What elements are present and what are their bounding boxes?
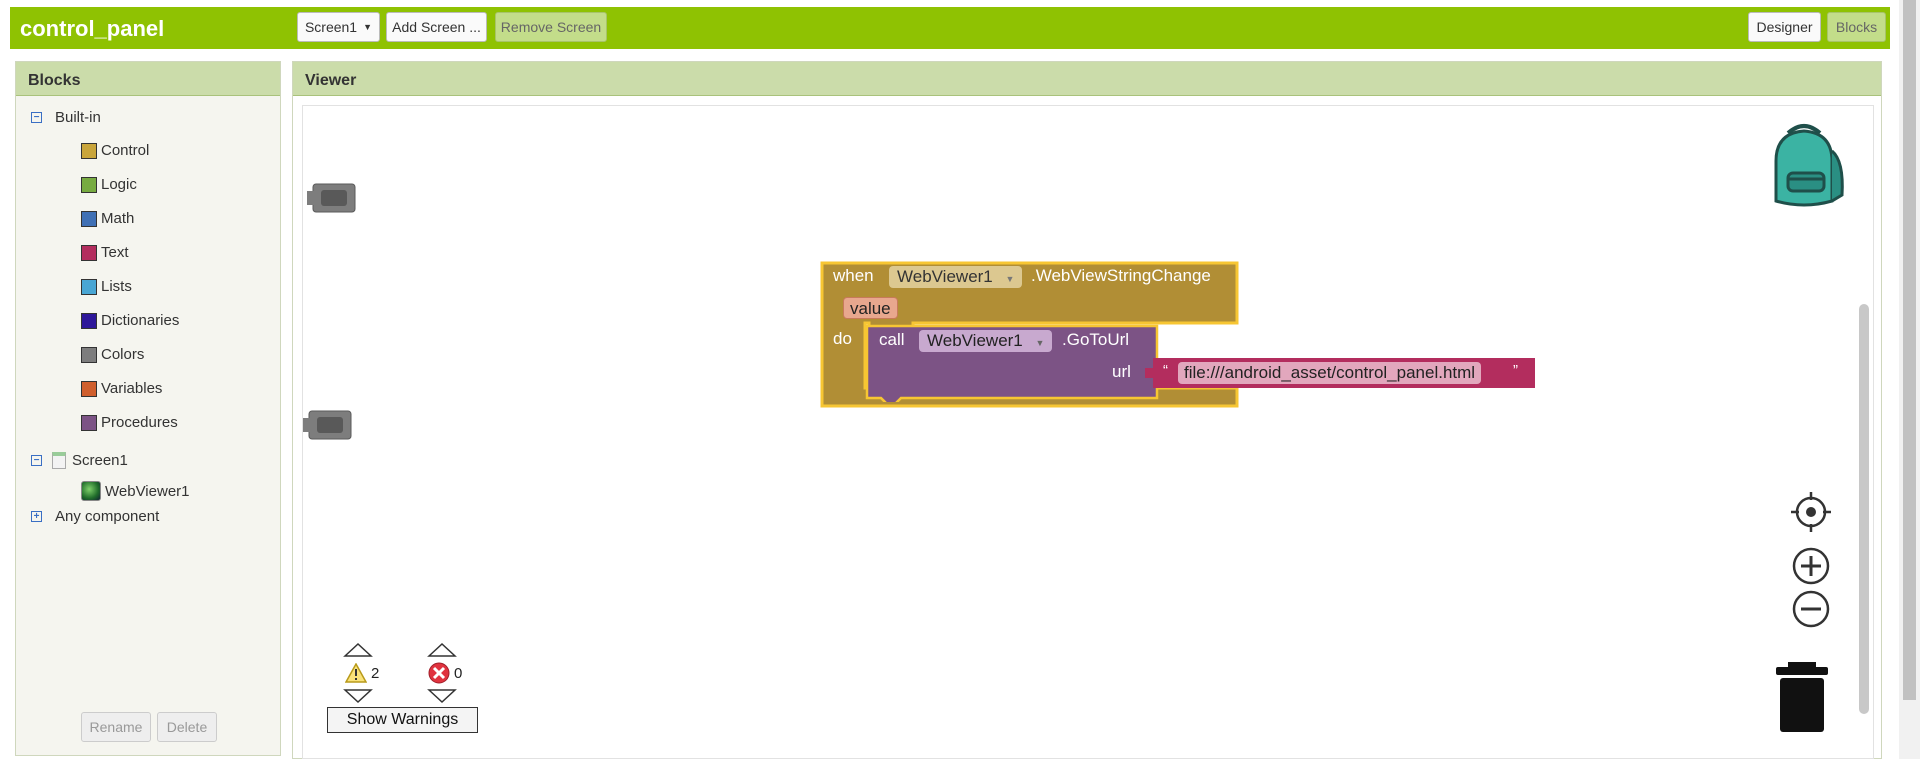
builtin-item-label: Lists <box>101 278 132 295</box>
tree-screen1[interactable]: − Screen1 <box>31 452 128 469</box>
do-keyword: do <box>833 329 852 348</box>
method-name: .GoToUrl <box>1062 330 1130 349</box>
trash-icon[interactable] <box>1774 662 1830 732</box>
backpack-icon[interactable] <box>1758 121 1850 213</box>
recenter-icon[interactable] <box>1791 492 1831 532</box>
builtin-item-label: Colors <box>101 346 145 363</box>
category-color-icon <box>81 176 97 193</box>
viewer-panel-header: Viewer <box>293 62 1881 96</box>
blocks-panel-header: Blocks <box>16 62 280 96</box>
call-component-dropdown[interactable]: WebViewer1 ▼ <box>919 330 1053 352</box>
builtin-item-label: Variables <box>101 380 163 397</box>
collapsed-block-icon <box>303 410 352 440</box>
collapse-icon[interactable]: − <box>31 455 42 466</box>
event-name: .WebViewStringChange <box>1031 266 1211 285</box>
collapse-icon[interactable]: − <box>31 112 42 123</box>
builtin-item-label: Dictionaries <box>101 312 180 329</box>
warning-count: 2 <box>371 664 380 682</box>
url-text-field[interactable]: file:///android_asset/control_panel.html <box>1178 362 1482 384</box>
error-counter: 0 <box>428 662 508 684</box>
category-color-icon <box>81 380 97 397</box>
page-scrollbar-track[interactable] <box>1899 0 1920 759</box>
blocks-workspace[interactable]: when WebViewer1 ▼ .WebViewStringChange v… <box>302 105 1874 759</box>
globe-icon <box>81 481 101 501</box>
blocks-button[interactable]: Blocks <box>1827 12 1886 42</box>
category-color-icon <box>81 346 97 363</box>
category-color-icon <box>81 210 97 227</box>
event-param-value[interactable]: value <box>843 297 898 319</box>
event-component-label: WebViewer1 <box>897 267 993 286</box>
caret-down-icon: ▼ <box>1035 338 1045 348</box>
blocks-panel: Blocks − Built-in Control Logic Math Text Li… <box>15 61 281 756</box>
screen-select-label: Screen1 <box>304 19 358 35</box>
designer-button[interactable]: Designer <box>1748 12 1821 42</box>
builtin-item-math[interactable]: Math <box>81 210 134 227</box>
call-component-label: WebViewer1 <box>927 331 1023 350</box>
text-block-url[interactable]: “ file:///android_asset/control_panel.ht… <box>1145 358 1535 388</box>
category-color-icon <box>81 278 97 295</box>
zoom-in-icon[interactable] <box>1791 546 1831 586</box>
error-prev-arrow[interactable] <box>427 642 457 658</box>
collapsed-block-1[interactable] <box>307 182 357 214</box>
app-title: control_panel <box>20 16 165 41</box>
warning-next-arrow[interactable] <box>343 688 373 704</box>
caret-down-icon: ▼ <box>1005 274 1015 284</box>
error-count: 0 <box>454 664 463 682</box>
builtin-item-label: Procedures <box>101 414 178 431</box>
collapsed-block-2[interactable] <box>303 409 353 441</box>
tree-any-component-label: Any component <box>55 508 160 525</box>
warning-triangle-icon <box>345 663 367 683</box>
screen-select-dropdown[interactable]: Screen1 ▼ <box>297 12 380 42</box>
tree-webviewer1[interactable]: WebViewer1 <box>81 481 190 501</box>
warning-prev-arrow[interactable] <box>343 642 373 658</box>
event-component-dropdown[interactable]: WebViewer1 ▼ <box>889 266 1023 288</box>
error-circle-icon <box>428 662 450 684</box>
builtin-item-variables[interactable]: Variables <box>81 380 162 397</box>
call-block-gotourl[interactable]: call WebViewer1 ▼ .GoToUrl url <box>865 324 1160 402</box>
category-color-icon <box>81 312 97 329</box>
builtin-item-logic[interactable]: Logic <box>81 176 137 193</box>
tree-any-component[interactable]: + Any component <box>31 508 159 525</box>
category-color-icon <box>81 414 97 431</box>
builtin-item-colors[interactable]: Colors <box>81 346 144 363</box>
tree-screen1-label: Screen1 <box>72 452 128 469</box>
builtin-item-text[interactable]: Text <box>81 244 129 261</box>
warning-counter: 2 <box>345 662 425 684</box>
builtin-item-label: Logic <box>101 176 137 193</box>
close-quote: ” <box>1513 362 1518 379</box>
workspace-scrollbar[interactable] <box>1859 304 1869 714</box>
screen-icon <box>52 452 66 469</box>
builtin-item-label: Math <box>101 210 135 227</box>
url-arg-label: url <box>1112 362 1131 381</box>
builtin-item-label: Text <box>101 244 129 261</box>
expand-icon[interactable]: + <box>31 511 42 522</box>
page-scrollbar-thumb[interactable] <box>1903 0 1916 700</box>
caret-down-icon: ▼ <box>363 22 373 32</box>
error-next-arrow[interactable] <box>427 688 457 704</box>
collapsed-block-icon <box>307 183 356 213</box>
tree-webviewer1-label: WebViewer1 <box>105 482 190 500</box>
show-warnings-button[interactable]: Show Warnings <box>327 707 478 733</box>
builtin-item-dictionaries[interactable]: Dictionaries <box>81 312 179 329</box>
category-color-icon <box>81 142 97 159</box>
builtin-item-lists[interactable]: Lists <box>81 278 132 295</box>
builtin-item-procedures[interactable]: Procedures <box>81 414 178 431</box>
rename-button[interactable]: Rename <box>81 712 151 742</box>
remove-screen-button[interactable]: Remove Screen <box>495 12 607 42</box>
tree-builtin-label: Built-in <box>55 109 101 126</box>
when-keyword: when <box>833 266 874 285</box>
top-toolbar: control_panel Screen1 ▼ Add Screen ... R… <box>10 7 1890 49</box>
category-color-icon <box>81 244 97 261</box>
builtin-item-control[interactable]: Control <box>81 142 149 159</box>
call-keyword: call <box>879 330 905 349</box>
builtin-item-label: Control <box>101 142 150 159</box>
add-screen-button[interactable]: Add Screen ... <box>386 12 487 42</box>
zoom-out-icon[interactable] <box>1791 589 1831 629</box>
tree-builtin[interactable]: − Built-in <box>31 109 101 126</box>
delete-button[interactable]: Delete <box>157 712 217 742</box>
open-quote: “ <box>1163 362 1168 379</box>
